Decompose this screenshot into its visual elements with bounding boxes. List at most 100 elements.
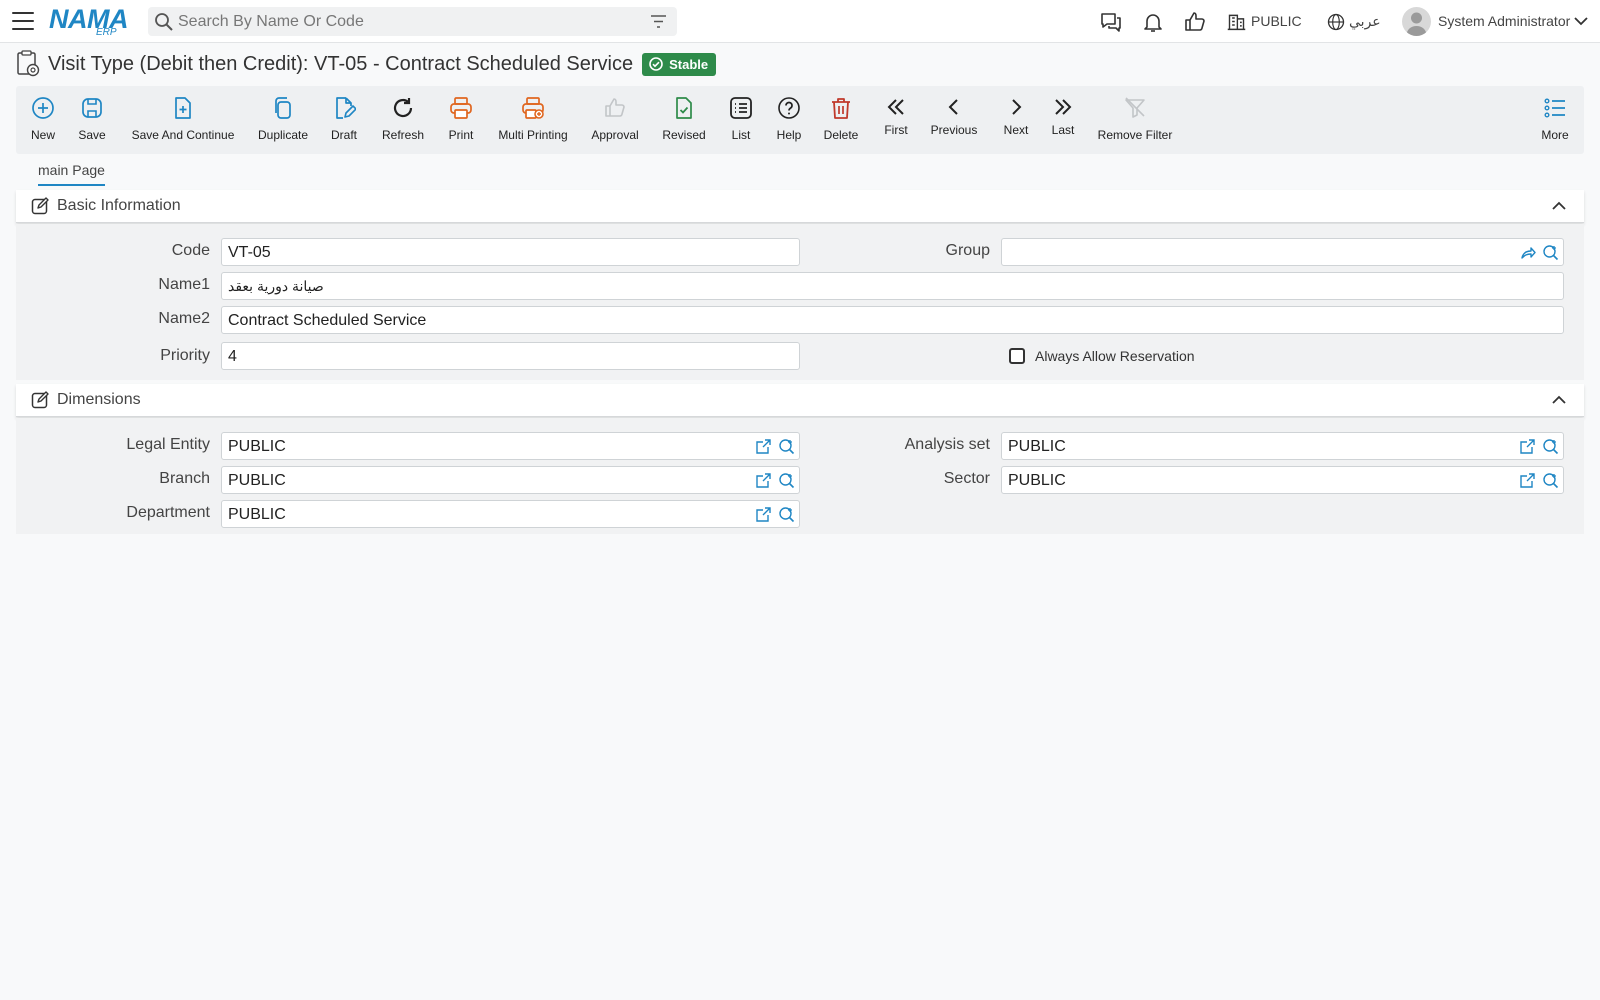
chevron-up-icon[interactable] (1552, 201, 1566, 211)
share-arrow-icon[interactable] (1519, 244, 1536, 261)
multi-printing-button[interactable]: Multi Printing (497, 86, 569, 154)
branch-field[interactable]: PUBLIC (221, 466, 800, 494)
next-record-button[interactable]: Next (1002, 86, 1030, 154)
search-add-icon[interactable] (1542, 244, 1559, 261)
approval-label: Approval (591, 128, 639, 142)
user-menu[interactable]: System Administrator (1438, 13, 1570, 29)
trash-icon (832, 98, 850, 119)
priority-field[interactable]: 4 (221, 342, 800, 370)
open-external-icon[interactable] (1519, 438, 1536, 455)
save-and-continue-label: Save And Continue (131, 128, 235, 142)
duplicate-button[interactable]: Duplicate (258, 86, 308, 154)
always-allow-reservation-checkbox[interactable] (1009, 348, 1025, 364)
thumbs-up-icon[interactable] (1183, 10, 1207, 34)
organization-selector[interactable]: PUBLIC (1251, 13, 1302, 29)
search-add-icon[interactable] (778, 438, 795, 455)
filter-icon[interactable] (650, 13, 667, 30)
multi-printing-label: Multi Printing (498, 128, 568, 142)
save-icon (82, 98, 102, 118)
status-badge-label: Stable (669, 56, 709, 72)
print-label: Print (448, 128, 474, 142)
app-logo[interactable]: NAMA ERP (49, 4, 131, 38)
dimensions-header[interactable]: Dimensions (16, 384, 1584, 417)
new-button[interactable]: New (31, 86, 55, 154)
analysis-set-field[interactable]: PUBLIC (1001, 432, 1564, 460)
refresh-button[interactable]: Refresh (381, 86, 425, 154)
code-field[interactable]: VT-05 (221, 238, 800, 266)
open-external-icon[interactable] (1519, 472, 1536, 489)
previous-label: Previous (930, 123, 978, 137)
page-tabs: main Page (16, 158, 1584, 186)
open-external-icon[interactable] (755, 472, 772, 489)
revised-label: Revised (662, 128, 706, 142)
delete-button[interactable]: Delete (823, 86, 859, 154)
print-button[interactable]: Print (447, 86, 475, 154)
department-value: PUBLIC (228, 506, 286, 523)
search-add-icon[interactable] (1542, 438, 1559, 455)
search-add-icon[interactable] (778, 506, 795, 523)
thumbs-up-icon (605, 98, 625, 117)
printer-icon (450, 97, 472, 119)
edit-file-icon (336, 97, 356, 119)
logo-text: NAMA (49, 4, 129, 34)
search-add-icon[interactable] (778, 472, 795, 489)
name1-field[interactable]: صيانة دورية بعقد (221, 272, 1564, 300)
file-plus-icon (175, 97, 191, 119)
revised-button[interactable]: Revised (662, 86, 706, 154)
name2-field[interactable]: Contract Scheduled Service (221, 306, 1564, 334)
global-search (148, 7, 677, 36)
open-external-icon[interactable] (755, 506, 772, 523)
help-button[interactable]: Help (776, 86, 802, 154)
delete-label: Delete (823, 128, 859, 142)
new-label: New (31, 128, 56, 142)
save-label: Save (78, 128, 106, 142)
user-avatar[interactable] (1402, 7, 1431, 36)
more-button[interactable]: More (1540, 86, 1570, 154)
basic-information-header[interactable]: Basic Information (16, 190, 1584, 223)
search-input[interactable] (178, 12, 638, 31)
menu-icon[interactable] (12, 12, 34, 30)
messages-icon[interactable] (1099, 10, 1123, 34)
save-button[interactable]: Save (78, 86, 106, 154)
chevron-up-icon[interactable] (1552, 395, 1566, 405)
document-settings-icon (17, 50, 40, 77)
logo-subtext: ERP (96, 27, 117, 38)
department-field[interactable]: PUBLIC (221, 500, 800, 528)
more-list-icon (1544, 98, 1565, 118)
legal-entity-field[interactable]: PUBLIC (221, 432, 800, 460)
save-and-continue-button[interactable]: Save And Continue (131, 86, 235, 154)
first-record-button[interactable]: First (882, 86, 910, 154)
group-field[interactable] (1001, 238, 1564, 266)
department-label: Department (126, 504, 210, 521)
priority-label: Priority (160, 347, 210, 364)
dimensions-body: Legal Entity PUBLIC Analysis set PUBLIC … (16, 418, 1584, 534)
bell-icon[interactable] (1141, 10, 1165, 34)
remove-filter-button[interactable]: Remove Filter (1095, 86, 1175, 154)
user-icon (1406, 12, 1427, 36)
draft-button[interactable]: Draft (330, 86, 358, 154)
legal-entity-label: Legal Entity (126, 436, 210, 453)
legal-entity-value: PUBLIC (228, 438, 286, 455)
branch-value: PUBLIC (228, 472, 286, 489)
list-button[interactable]: List (729, 86, 753, 154)
page-title: Visit Type (Debit then Credit): VT-05 - … (48, 52, 634, 75)
tab-main-page[interactable]: main Page (38, 162, 105, 186)
approval-button[interactable]: Approval (590, 86, 640, 154)
basic-information-title: Basic Information (57, 197, 181, 214)
name1-label: Name1 (158, 276, 210, 293)
previous-record-button[interactable]: Previous (929, 86, 979, 154)
analysis-set-label: Analysis set (904, 436, 990, 453)
name2-value: Contract Scheduled Service (228, 312, 427, 329)
refresh-icon (393, 98, 413, 118)
duplicate-label: Duplicate (257, 128, 309, 142)
code-value: VT-05 (228, 244, 271, 261)
globe-icon[interactable] (1326, 12, 1346, 32)
chevron-down-icon[interactable] (1574, 16, 1588, 26)
search-add-icon[interactable] (1542, 472, 1559, 489)
building-icon[interactable] (1226, 11, 1247, 32)
language-toggle[interactable]: عربي (1349, 13, 1381, 30)
last-label: Last (1051, 123, 1075, 137)
last-record-button[interactable]: Last (1049, 86, 1077, 154)
open-external-icon[interactable] (755, 438, 772, 455)
sector-field[interactable]: PUBLIC (1001, 466, 1564, 494)
